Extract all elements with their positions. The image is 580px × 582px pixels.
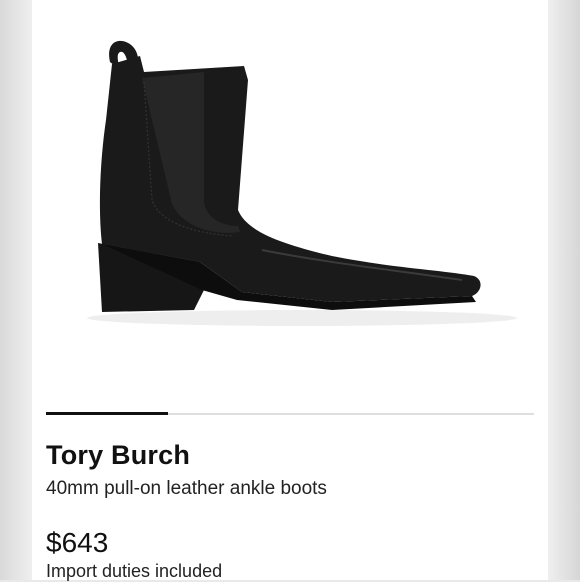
product-brand[interactable]: Tory Burch	[46, 440, 190, 471]
import-duties-note: Import duties included	[46, 561, 223, 581]
product-image[interactable]	[32, 0, 548, 395]
gallery-progress-fill	[46, 412, 168, 415]
product-description[interactable]: 40mm pull-on leather ankle boots	[46, 478, 327, 500]
gallery-progress-track	[46, 412, 534, 415]
background-right-edge	[548, 0, 580, 580]
background-left-edge	[0, 0, 32, 580]
boot-image	[87, 40, 517, 326]
product-price: $643	[46, 527, 109, 558]
boot-shadow	[87, 310, 517, 326]
product-card: Tory Burch 40mm pull-on leather ankle bo…	[32, 0, 548, 581]
